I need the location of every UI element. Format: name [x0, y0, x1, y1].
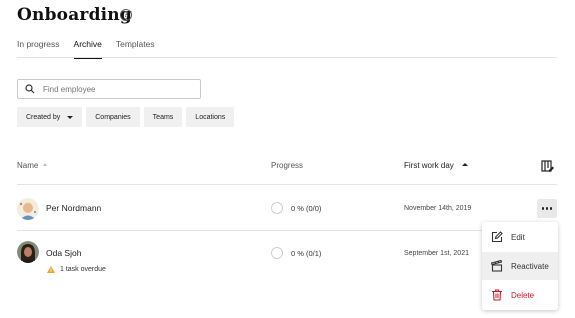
avatar — [17, 198, 39, 220]
menu-item-label: Edit — [511, 232, 525, 242]
avatar-photo — [17, 241, 39, 263]
menu-item-label: Delete — [511, 290, 535, 300]
avatar — [17, 241, 39, 263]
page-title: Onboarding — [17, 5, 132, 25]
column-header-first-work-day-label: First work day — [404, 161, 454, 170]
search-input[interactable] — [43, 84, 193, 94]
filter-bar: Created by Companies Teams Locations — [17, 107, 238, 127]
trash-icon — [492, 289, 502, 301]
filter-created-by[interactable]: Created by — [17, 107, 83, 127]
menu-item-label: Reactivate — [511, 261, 549, 271]
first-work-day: September 1st, 2021 — [404, 250, 469, 257]
overdue-text: 1 task overdue — [60, 266, 106, 273]
column-header-name-label: Name — [17, 161, 39, 170]
menu-item-delete[interactable]: Delete — [482, 281, 558, 309]
filter-teams[interactable]: Teams — [143, 107, 183, 127]
row-actions-button[interactable] — [537, 199, 557, 218]
menu-item-reactivate[interactable]: Reactivate — [482, 252, 558, 280]
first-work-day: November 14th, 2019 — [404, 205, 472, 212]
progress-value: 0 % (0/1) — [291, 249, 322, 258]
avatar-illustration — [17, 198, 39, 220]
menu-item-edit[interactable]: Edit — [482, 223, 558, 251]
column-settings-icon[interactable] — [541, 160, 554, 173]
table-divider — [17, 184, 557, 185]
sort-ascending-icon — [461, 163, 468, 167]
column-header-name[interactable]: Name — [17, 161, 48, 170]
employee-name[interactable]: Oda Sjoh — [46, 248, 81, 258]
filter-created-by-label: Created by — [26, 113, 61, 121]
filter-companies[interactable]: Companies — [86, 107, 140, 127]
column-header-progress[interactable]: Progress — [271, 161, 303, 170]
tab-templates[interactable]: Templates — [116, 39, 155, 59]
progress-ring — [271, 202, 283, 214]
tab-archive[interactable]: Archive — [73, 39, 102, 59]
search-icon — [25, 84, 35, 94]
employee-name[interactable]: Per Nordmann — [46, 203, 101, 213]
help-icon[interactable]: ? — [120, 9, 132, 21]
table-divider — [17, 230, 557, 231]
row-actions-menu: Edit Reactivate Delete — [482, 222, 558, 310]
chevron-down-icon — [67, 115, 74, 119]
column-header-first-work-day[interactable]: First work day — [404, 161, 468, 170]
dot — [545, 207, 549, 210]
reactivate-icon — [491, 260, 503, 272]
overdue-warning: 1 task overdue — [47, 266, 106, 273]
dot — [542, 207, 545, 210]
tab-bar: In progress Archive Templates — [17, 39, 169, 59]
progress-ring — [271, 247, 283, 259]
edit-icon — [491, 231, 503, 243]
sort-icon — [43, 163, 48, 167]
warning-icon — [47, 266, 55, 273]
dot — [549, 207, 552, 210]
search-box[interactable] — [17, 79, 201, 99]
filter-locations[interactable]: Locations — [186, 107, 235, 127]
tab-in-progress[interactable]: In progress — [17, 39, 60, 59]
tabs-divider — [17, 57, 557, 58]
progress-value: 0 % (0/0) — [291, 204, 322, 213]
